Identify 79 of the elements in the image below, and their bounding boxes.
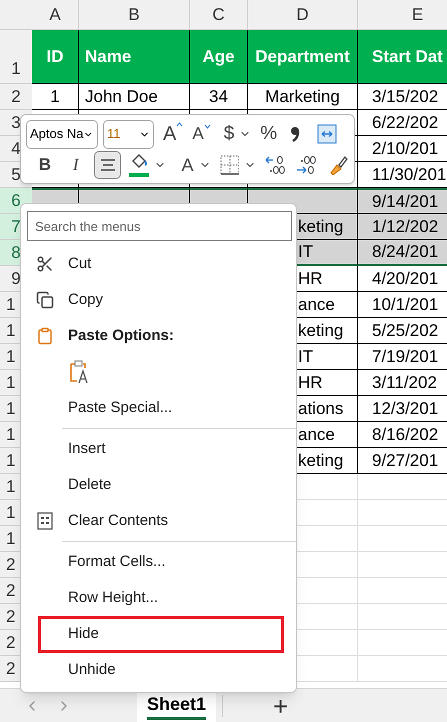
caret-up-icon: [176, 122, 184, 127]
menu-item[interactable]: Hide: [68, 622, 99, 646]
table-cell-text: ance: [298, 294, 335, 316]
menu-item[interactable]: Unhide: [68, 658, 116, 682]
format-list-icon: [36, 512, 52, 530]
grow-font-button[interactable]: A: [163, 119, 184, 149]
table-cell-text: keting: [298, 320, 344, 342]
caret-down-icon: [204, 124, 211, 130]
table-header-cell: Age: [190, 30, 248, 84]
table-header-cell: Start Dat: [358, 30, 447, 84]
menu-item[interactable]: Cut: [68, 252, 92, 276]
column-header[interactable]: E: [358, 0, 447, 29]
column-header[interactable]: B: [79, 0, 190, 29]
table-cell-text: 10/1/201: [372, 294, 438, 316]
table-cell-text: 34: [209, 86, 228, 108]
menu-search-field[interactable]: Search the menus: [27, 211, 292, 241]
increase-decimal-icon[interactable]: [265, 155, 286, 175]
menu-item[interactable]: Delete: [68, 474, 112, 496]
table-header-cell: Name: [79, 30, 190, 84]
table-cell-text: 9/14/201: [372, 190, 438, 213]
center-align-button[interactable]: [94, 151, 122, 179]
table-cell-text: IT: [298, 346, 314, 368]
table-cell-text: HR: [298, 268, 323, 290]
menu-item[interactable]: Row Height...: [68, 586, 158, 610]
menu-item[interactable]: Format Cells...: [68, 550, 166, 574]
column-header[interactable]: D: [248, 0, 358, 29]
table-cell-text: 4/20/201: [372, 268, 438, 290]
italic-button[interactable]: I: [62, 152, 89, 178]
menu-item[interactable]: Clear Contents: [68, 510, 168, 532]
table-cell-text: HR: [298, 372, 323, 394]
table-cell-text: ations: [298, 398, 344, 420]
align-center-icon: [100, 158, 116, 172]
table-cell-text: keting: [298, 450, 344, 472]
fill-color-swatch: [129, 173, 150, 177]
clipboard-icon: [36, 327, 54, 345]
column-header[interactable]: C: [190, 0, 248, 29]
font-size-select[interactable]: 11: [103, 120, 154, 148]
column-header[interactable]: A: [32, 0, 79, 29]
table-cell-text: 5/25/202: [372, 320, 438, 342]
table-cell-text: 6/22/202: [372, 112, 438, 134]
bold-button[interactable]: B: [32, 152, 58, 178]
table-cell-text: 3/15/202: [372, 86, 438, 108]
copy-icon: [36, 291, 54, 309]
menu-item[interactable]: Paste Special...: [68, 396, 172, 420]
menu-section-title: Paste Options:: [68, 326, 174, 346]
table-cell-text: 1: [50, 86, 60, 108]
table-cell-text: John Doe: [85, 86, 158, 108]
paint-bucket-icon: [130, 153, 148, 170]
table-cell-text: keting: [298, 216, 344, 238]
table-cell-text: Marketing: [265, 86, 340, 108]
wrap-text-icon[interactable]: [317, 124, 338, 144]
shrink-font-button[interactable]: A: [192, 121, 211, 147]
menu-item[interactable]: Copy: [68, 288, 104, 312]
comma-icon[interactable]: [290, 126, 300, 142]
table-cell-text: 8/24/201: [372, 241, 438, 264]
scissors-icon: [36, 255, 54, 273]
table-cell-text: 12/3/201: [372, 398, 438, 420]
table-cell-text: ance: [298, 424, 335, 446]
format-painter-icon[interactable]: [329, 155, 349, 175]
table-cell-text: 9/27/201: [372, 450, 438, 472]
table-cell-text: 2/10/201: [372, 138, 438, 160]
table-cell-text: 8/16/202: [372, 424, 438, 446]
font-select[interactable]: Aptos Na: [26, 120, 98, 148]
borders-icon[interactable]: [220, 155, 240, 175]
percent-button[interactable]: %: [260, 120, 278, 148]
row-number[interactable]: 1: [11, 56, 21, 81]
table-header-cell: Department: [248, 30, 358, 84]
fill-color-button[interactable]: [129, 153, 150, 177]
table-cell-text: 1/12/202: [372, 216, 438, 238]
font-color-button[interactable]: A: [181, 152, 194, 178]
decrease-decimal-icon[interactable]: [296, 155, 316, 175]
table-cell-text: IT: [298, 241, 314, 264]
table-header-cell: ID: [32, 30, 79, 84]
menu-item[interactable]: Insert: [68, 438, 106, 460]
table-cell-text: 11/30/201: [372, 164, 446, 186]
table-cell-text: 3/11/202: [372, 372, 437, 394]
currency-button[interactable]: $: [224, 120, 234, 148]
add-sheet-button[interactable]: +: [273, 692, 288, 718]
table-cell-text: 7/19/201: [372, 346, 438, 368]
